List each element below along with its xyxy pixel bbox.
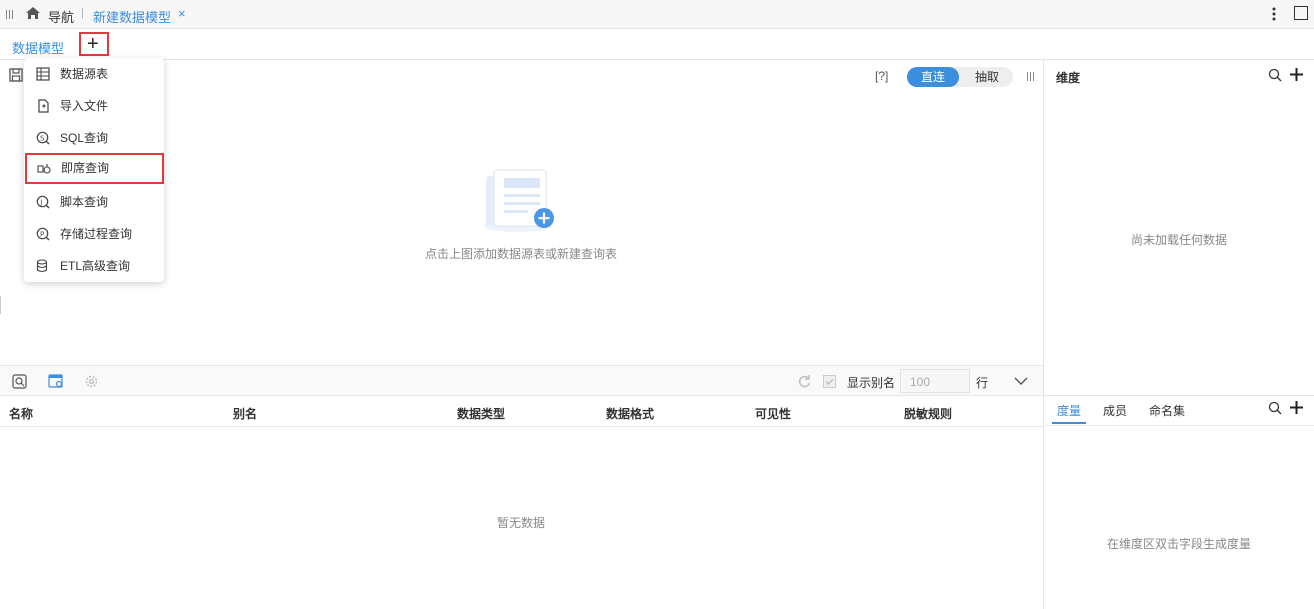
adhoc-query-icon [37,164,51,174]
rows-input[interactable]: 100 [900,369,970,393]
refresh-icon[interactable] [797,374,812,389]
menu-item-sql-query[interactable]: S SQL查询 [24,123,164,153]
col-data-format[interactable]: 数据格式 [606,405,654,422]
more-vertical-icon[interactable] [1270,6,1278,22]
close-tab-icon[interactable]: × [178,6,186,21]
mode-extract[interactable]: 抽取 [961,67,1013,87]
panel-grip-icon[interactable] [1027,72,1034,81]
help-icon[interactable]: [?] [875,69,888,83]
rows-unit: 行 [976,376,989,390]
field-settings-icon[interactable] [48,374,64,389]
menu-item-label: SQL查询 [60,131,109,145]
tab-member[interactable]: 成员 [1103,402,1127,419]
nav-label[interactable]: 导航 [48,7,74,26]
tab-measure-underline [1052,422,1086,424]
empty-canvas-illustration[interactable] [480,168,558,234]
preview-icon[interactable] [12,374,27,389]
col-name[interactable]: 名称 [9,405,33,422]
plus-icon: + [87,33,99,55]
panel-divider [1044,395,1314,396]
home-icon[interactable] [25,6,41,20]
grip-icon[interactable] [6,10,13,19]
rows-value: 100 [910,375,931,389]
tab-new-model[interactable]: 新建数据模型 [93,7,171,26]
import-file-icon [38,99,49,113]
gear-icon[interactable] [84,374,99,389]
canvas-empty-hint: 点击上图添加数据源表或新建查询表 [425,247,618,261]
svg-text:S: S [40,135,45,143]
menu-item-stored-procedure-query[interactable]: P 存储过程查询 [24,219,164,249]
script-query-icon: J [36,195,50,209]
model-tab-bar: 数据模型 + [0,29,1314,60]
save-icon[interactable] [9,68,23,82]
measure-search-icon[interactable] [1268,401,1282,415]
check-icon [825,378,834,385]
svg-text:J: J [39,199,42,207]
mode-toggle[interactable]: 直连 抽取 [907,67,1013,87]
database-icon [36,259,48,273]
subtab-divider [1045,425,1314,426]
fields-table-header: 名称 别名 数据类型 数据格式 可见性 脱敏规则 [0,396,1043,427]
menu-item-adhoc-query[interactable]: 即席查询 [25,153,164,184]
measure-empty-text: 在维度区双击字段生成度量 [1107,537,1252,551]
menu-item-label: 存储过程查询 [60,227,133,241]
menu-item-etl-query[interactable]: ETL高级查询 [24,251,164,281]
measure-add-icon[interactable] [1290,401,1303,414]
show-alias-checkbox[interactable] [823,375,836,388]
dimension-title: 维度 [1056,71,1081,85]
tab-named-set[interactable]: 命名集 [1149,402,1185,419]
dimension-add-icon[interactable] [1290,68,1303,81]
col-data-type[interactable]: 数据类型 [457,405,505,422]
menu-item-label: 脚本查询 [60,195,109,209]
col-visibility[interactable]: 可见性 [755,405,791,422]
menu-item-datasource-table[interactable]: 数据源表 [24,59,164,89]
menu-item-label: 数据源表 [60,67,109,81]
maximize-icon[interactable] [1294,6,1308,20]
resize-handle[interactable] [0,296,1,314]
menu-item-label: 即席查询 [61,161,110,175]
tab-measure[interactable]: 度量 [1057,402,1081,419]
col-alias[interactable]: 别名 [233,405,257,422]
divider [82,8,83,19]
tab-data-model[interactable]: 数据模型 [12,38,64,57]
add-table-menu: 数据源表 导入文件 S SQL查询 即席查询 J 脚本查询 P 存储过程查询 E… [24,58,164,282]
menu-item-import-file[interactable]: 导入文件 [24,91,164,121]
add-table-button[interactable]: + [79,32,109,56]
svg-text:P: P [40,231,44,239]
table-icon [36,67,50,81]
chevron-down-icon[interactable] [1013,375,1029,387]
menu-item-label: 导入文件 [60,99,109,113]
show-alias-label: 显示别名 [847,376,896,390]
menu-item-script-query[interactable]: J 脚本查询 [24,187,164,217]
top-bar: 导航 新建数据模型 × [0,0,1314,29]
fields-toolbar: 显示别名 100 行 [0,365,1043,396]
right-panel: 维度 尚未加载任何数据 度量 成员 命名集 在维度区双击字段生成度量 [1043,60,1314,609]
stored-procedure-icon: P [36,227,50,241]
menu-item-label: ETL高级查询 [60,259,131,273]
table-empty-text: 暂无数据 [497,516,546,530]
col-masking-rule[interactable]: 脱敏规则 [904,405,952,422]
mode-direct[interactable]: 直连 [907,67,959,87]
dimension-search-icon[interactable] [1268,68,1282,82]
sql-query-icon: S [36,131,50,145]
dimension-empty-text: 尚未加载任何数据 [1131,233,1228,247]
